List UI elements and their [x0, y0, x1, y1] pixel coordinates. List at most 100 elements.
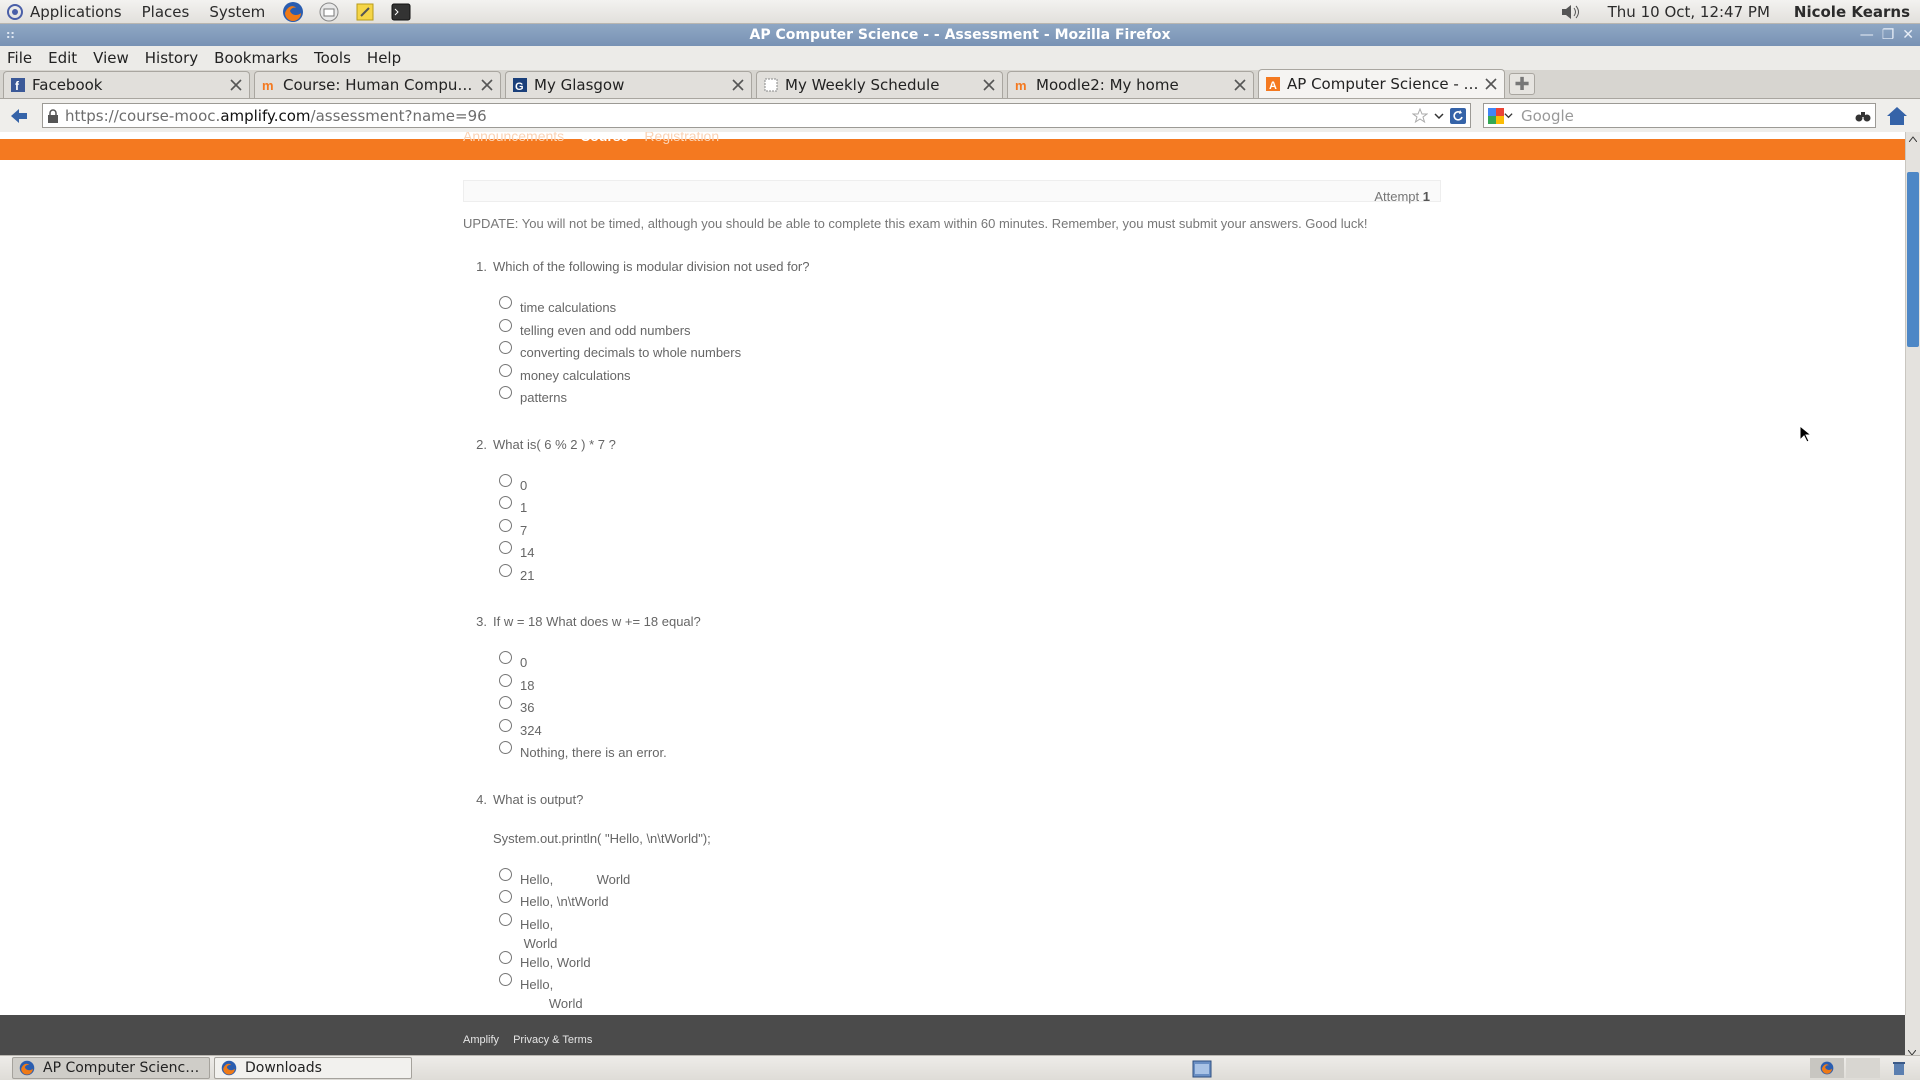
search-input[interactable]: Google: [1521, 107, 1855, 125]
answer-option[interactable]: converting decimals to whole numbers: [499, 341, 1441, 364]
scroll-down-area[interactable]: [1905, 1015, 1920, 1056]
close-tab-icon[interactable]: [229, 78, 243, 92]
radio-button[interactable]: [499, 718, 512, 732]
terminal-launcher[interactable]: [388, 1, 414, 23]
footer-link-privacy[interactable]: Privacy & Terms: [513, 1034, 592, 1046]
radio-button[interactable]: [499, 651, 512, 664]
applications-menu[interactable]: Applications: [0, 0, 132, 24]
radio-button[interactable]: [499, 296, 512, 309]
menu-view[interactable]: View: [85, 49, 137, 67]
menu-history[interactable]: History: [137, 49, 206, 67]
radio-button[interactable]: [499, 473, 512, 487]
radio-button[interactable]: [499, 673, 512, 687]
answer-option[interactable]: patterns: [499, 386, 1441, 409]
scroll-up-icon[interactable]: [1906, 132, 1920, 146]
close-window-icon[interactable]: ✕: [1902, 24, 1914, 46]
radio-button[interactable]: [499, 541, 512, 554]
url-text[interactable]: https://course-mooc.amplify.com/assessme…: [65, 107, 1412, 125]
tab-ap-computer-science[interactable]: A AP Computer Science - - Ass...: [1258, 69, 1505, 98]
radio-button[interactable]: [499, 696, 512, 709]
answer-option[interactable]: telling even and odd numbers: [499, 318, 1441, 342]
menu-tools[interactable]: Tools: [306, 49, 359, 67]
radio-button[interactable]: [499, 867, 512, 881]
radio-button[interactable]: [499, 950, 512, 964]
radio-button[interactable]: [499, 912, 512, 926]
answer-option[interactable]: 14: [499, 541, 1441, 564]
notes-launcher[interactable]: [352, 1, 378, 23]
home-button[interactable]: [1884, 103, 1910, 129]
panel-clock[interactable]: Thu 10 Oct, 12:47 PM: [1588, 3, 1790, 21]
answer-option[interactable]: 21: [499, 563, 1441, 587]
close-tab-icon[interactable]: [1484, 77, 1498, 91]
new-tab-button[interactable]: ✚: [1509, 73, 1535, 95]
radio-button[interactable]: [499, 563, 512, 577]
maximize-window-icon[interactable]: ❐: [1882, 24, 1895, 46]
tab-my-glasgow[interactable]: G My Glasgow: [505, 71, 752, 98]
taskbar-item-firefox[interactable]: AP Computer Science -...: [12, 1057, 210, 1079]
close-tab-icon[interactable]: [982, 78, 996, 92]
close-tab-icon[interactable]: [1233, 78, 1247, 92]
footer-link-amplify[interactable]: Amplify: [463, 1034, 499, 1046]
menu-file[interactable]: File: [0, 49, 40, 67]
search-binoculars-icon[interactable]: [1855, 109, 1871, 123]
tab-moodle-home[interactable]: m Moodle2: My home: [1007, 71, 1254, 98]
back-button[interactable]: [6, 103, 32, 129]
minimize-window-icon[interactable]: —: [1860, 24, 1874, 46]
radio-button[interactable]: [499, 363, 512, 377]
reload-icon[interactable]: [1450, 107, 1466, 124]
answer-option[interactable]: 18: [499, 673, 1441, 697]
answer-option[interactable]: 0: [499, 473, 1441, 497]
trash-applet[interactable]: [1882, 1058, 1916, 1078]
radio-button[interactable]: [499, 341, 512, 354]
answer-option[interactable]: Hello, World: [499, 973, 1441, 1011]
system-menu[interactable]: System: [199, 0, 275, 24]
answer-option[interactable]: Hello, World: [499, 867, 1441, 891]
radio-button[interactable]: [499, 890, 512, 903]
answer-option[interactable]: Nothing, there is an error.: [499, 741, 1441, 764]
answer-option[interactable]: 0: [499, 651, 1441, 674]
radio-button[interactable]: [499, 386, 512, 399]
scroll-thumb[interactable]: [1907, 172, 1919, 347]
nav-link-registration[interactable]: Registration: [644, 132, 719, 144]
menu-bookmarks[interactable]: Bookmarks: [206, 49, 306, 67]
page-scrollbar[interactable]: [1905, 132, 1920, 1015]
radio-button[interactable]: [499, 318, 512, 332]
url-bar[interactable]: https://course-mooc.amplify.com/assessme…: [42, 103, 1471, 128]
tab-facebook[interactable]: f Facebook: [3, 71, 250, 98]
menu-help[interactable]: Help: [359, 49, 409, 67]
nav-link-course[interactable]: Course: [580, 132, 628, 144]
radio-button[interactable]: [499, 973, 512, 986]
user-menu[interactable]: Nicole Kearns: [1790, 3, 1920, 21]
answer-option[interactable]: 7: [499, 518, 1441, 542]
places-menu[interactable]: Places: [132, 0, 200, 24]
close-tab-icon[interactable]: [480, 78, 494, 92]
answer-option[interactable]: Hello, World: [499, 950, 1441, 974]
answer-option[interactable]: 36: [499, 696, 1441, 719]
search-bar[interactable]: Google: [1483, 103, 1876, 128]
radio-button[interactable]: [499, 518, 512, 532]
window-menu-grip-icon[interactable]: ::: [6, 24, 15, 46]
answer-option[interactable]: Hello, \n\tWorld: [499, 890, 1441, 913]
workspace-1[interactable]: [1810, 1058, 1844, 1078]
window-titlebar[interactable]: :: AP Computer Science - - Assessment - …: [0, 24, 1920, 46]
answer-option[interactable]: money calculations: [499, 363, 1441, 387]
answer-option[interactable]: time calculations: [499, 296, 1441, 319]
firefox-launcher[interactable]: [280, 1, 306, 23]
radio-button[interactable]: [499, 496, 512, 509]
answer-option[interactable]: Hello, World: [499, 912, 1441, 951]
answer-option[interactable]: 1: [499, 496, 1441, 519]
tab-weekly-schedule[interactable]: My Weekly Schedule: [756, 71, 1003, 98]
volume-control[interactable]: [1557, 1, 1583, 23]
search-engine-selector[interactable]: [1488, 107, 1513, 124]
answer-option[interactable]: 324: [499, 718, 1441, 742]
mail-launcher[interactable]: [316, 1, 342, 23]
radio-button[interactable]: [499, 741, 512, 754]
tab-course-hci[interactable]: m Course: Human Computer In...: [254, 71, 501, 98]
url-dropdown-icon[interactable]: [1434, 111, 1444, 121]
workspace-2[interactable]: [1846, 1058, 1880, 1078]
nav-link-announcements[interactable]: Announcements: [463, 132, 564, 144]
menu-edit[interactable]: Edit: [40, 49, 85, 67]
bookmark-star-icon[interactable]: [1412, 107, 1428, 124]
taskbar-item-downloads[interactable]: Downloads: [214, 1057, 412, 1079]
workspace-switcher-icon[interactable]: [1192, 1060, 1212, 1080]
